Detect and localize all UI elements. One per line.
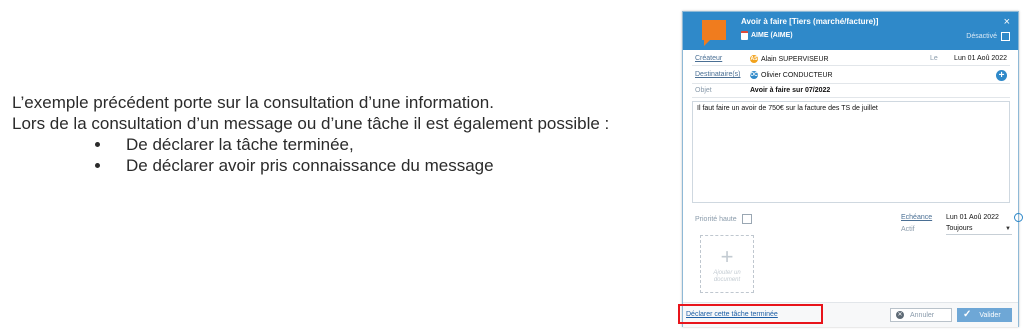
explanation-paragraph-1: L’exemple précédent porte sur la consult… xyxy=(12,93,494,112)
close-icon[interactable]: × xyxy=(1004,16,1010,28)
message-textarea[interactable]: Il faut faire un avoir de 750€ sur la fa… xyxy=(692,101,1010,203)
explanation-bullets: De déclarer la tâche terminée, De déclar… xyxy=(12,134,662,176)
dialog-header: Avoir à faire [Tiers (marché/facture)] A… xyxy=(683,12,1018,50)
creator-name: Alain SUPERVISEUR xyxy=(761,55,829,63)
add-document-label: Ajouter un document xyxy=(713,270,741,283)
explanation-text: L’exemple précédent porte sur la consult… xyxy=(12,92,662,176)
disabled-toggle[interactable]: Désactivé xyxy=(966,32,1010,41)
bullet-task-done: De déclarer la tâche terminée, xyxy=(112,134,662,155)
cancel-label: Annuler xyxy=(910,311,935,319)
add-recipient-button[interactable]: + xyxy=(996,70,1007,81)
add-document-button[interactable]: + Ajouter un document xyxy=(700,235,754,293)
active-label: Actif xyxy=(901,226,915,233)
active-field: Actif Toujours ▼ xyxy=(901,225,1014,235)
creator-label[interactable]: Créateur xyxy=(695,55,722,62)
priority-checkbox[interactable] xyxy=(741,214,752,224)
date-value: Lun 01 Aoû 2022 xyxy=(954,55,1007,62)
cancel-icon: ✕ xyxy=(896,311,904,319)
due-date-value[interactable]: Lun 01 Aoû 2022 xyxy=(946,214,999,221)
creator-row: Créateur AS Alain SUPERVISEUR Le Lun 01 … xyxy=(692,53,1010,66)
priority-field: Priorité haute xyxy=(695,214,752,224)
recipients-row: Destinataire(s) OC Olivier CONDUCTEUR + xyxy=(692,67,1010,84)
priority-label: Priorité haute xyxy=(695,215,737,223)
due-date-field: Echéance Lun 01 Aoû 2022 xyxy=(901,213,1023,222)
dialog-subtitle: AIME (AIME) xyxy=(741,31,793,40)
cancel-button[interactable]: ✕ Annuler xyxy=(890,308,952,322)
highlight-box xyxy=(678,304,823,324)
creator-value: AS Alain SUPERVISEUR xyxy=(750,55,829,63)
check-icon: ✓ xyxy=(963,309,972,320)
validate-label: Valider xyxy=(979,311,1001,319)
active-select[interactable]: Toujours ▼ xyxy=(946,225,1012,235)
object-row: Objet Avoir à faire sur 07/2022 xyxy=(692,85,1010,98)
date-label: Le xyxy=(930,55,938,62)
bullet-message-read: De déclarer avoir pris connaissance du m… xyxy=(112,155,662,176)
recipient-avatar: OC xyxy=(750,71,758,79)
recipient-name: Olivier CONDUCTEUR xyxy=(761,71,833,79)
explanation-paragraph-2: Lors de la consultation d’un message ou … xyxy=(12,114,610,133)
recipients-label[interactable]: Destinataire(s) xyxy=(695,71,741,78)
task-dialog: Avoir à faire [Tiers (marché/facture)] A… xyxy=(682,11,1023,327)
chevron-down-icon: ▼ xyxy=(1005,226,1011,232)
dialog-title: Avoir à faire [Tiers (marché/facture)] xyxy=(741,17,879,26)
active-value: Toujours xyxy=(946,225,973,232)
disabled-label: Désactivé xyxy=(966,33,997,40)
message-text: Il faut faire un avoir de 750€ sur la fa… xyxy=(697,105,878,112)
recipient-value: OC Olivier CONDUCTEUR xyxy=(750,71,833,79)
add-document-plus-icon: + xyxy=(720,244,734,269)
message-bubble-icon xyxy=(702,20,726,46)
clock-icon[interactable] xyxy=(1014,213,1023,222)
object-value[interactable]: Avoir à faire sur 07/2022 xyxy=(750,87,830,94)
object-label: Objet xyxy=(695,87,712,94)
validate-button[interactable]: ✓ Valider xyxy=(957,308,1012,322)
dialog-subtitle-text: AIME (AIME) xyxy=(751,32,793,39)
disabled-checkbox[interactable] xyxy=(1001,32,1010,41)
creator-avatar: AS xyxy=(750,55,758,63)
calendar-icon xyxy=(741,31,748,40)
due-date-label[interactable]: Echéance xyxy=(901,214,932,221)
